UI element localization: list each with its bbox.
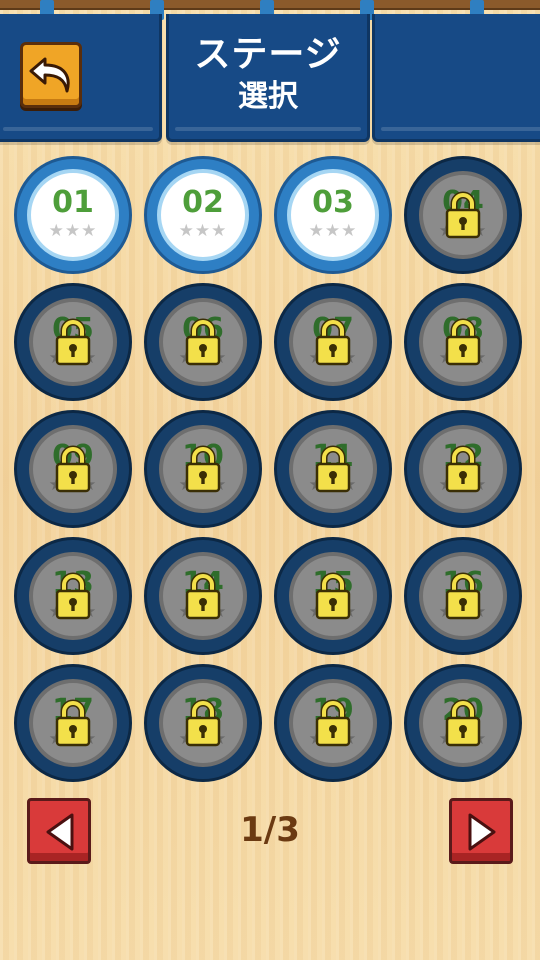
stage-button-15[interactable]: 15★★★ (274, 537, 392, 655)
stage-button-18[interactable]: 18★★★ (144, 664, 262, 782)
prev-page-button[interactable] (27, 798, 91, 864)
stage-button-10[interactable]: 10★★★ (144, 410, 262, 528)
lock-icon (185, 572, 221, 620)
lock-icon (445, 318, 481, 366)
stage-button-20[interactable]: 20★★★ (404, 664, 522, 782)
stage-grid: 01★★★02★★★03★★★04★★★05★★★06★★★07★★★08★★★… (14, 156, 530, 782)
lock-icon (315, 572, 351, 620)
stage-button-05[interactable]: 05★★★ (14, 283, 132, 401)
lock-icon (445, 572, 481, 620)
stage-button-08[interactable]: 08★★★ (404, 283, 522, 401)
lock-icon (445, 445, 481, 493)
lock-icon (55, 445, 91, 493)
stage-stars: ★★★ (308, 221, 358, 241)
stage-number: 01 (52, 185, 94, 220)
next-page-button[interactable] (449, 798, 513, 864)
page-title-line1: ステージ (194, 34, 342, 75)
page-indicator: 1/3 (240, 810, 300, 850)
stage-button-17[interactable]: 17★★★ (14, 664, 132, 782)
stage-button-06[interactable]: 06★★★ (144, 283, 262, 401)
back-arrow-icon (29, 57, 70, 93)
lock-icon (185, 699, 221, 747)
stage-button-13[interactable]: 13★★★ (14, 537, 132, 655)
stage-number: 03 (312, 185, 354, 220)
stage-number: 02 (182, 185, 224, 220)
lock-icon (185, 445, 221, 493)
stage-button-16[interactable]: 16★★★ (404, 537, 522, 655)
lock-icon (315, 699, 351, 747)
stage-button-01[interactable]: 01 ★★★ (14, 156, 132, 274)
stage-stars: ★★★ (48, 221, 98, 241)
lock-icon (445, 191, 481, 239)
stage-button-19[interactable]: 19★★★ (274, 664, 392, 782)
stage-button-04[interactable]: 04★★★ (404, 156, 522, 274)
stage-button-14[interactable]: 14★★★ (144, 537, 262, 655)
stage-button-02[interactable]: 02 ★★★ (144, 156, 262, 274)
back-button[interactable] (20, 42, 82, 108)
page-title: ステージ 選択 (166, 32, 370, 120)
stage-button-07[interactable]: 07★★★ (274, 283, 392, 401)
stage-stars: ★★★ (178, 221, 228, 241)
stage-button-09[interactable]: 09★★★ (14, 410, 132, 528)
stage-button-11[interactable]: 11★★★ (274, 410, 392, 528)
right-triangle-icon (468, 813, 496, 851)
left-triangle-icon (46, 813, 74, 851)
lock-icon (445, 699, 481, 747)
page-title-line2: 選択 (238, 79, 298, 114)
lock-icon (55, 699, 91, 747)
banner-right (372, 14, 540, 142)
stage-button-03[interactable]: 03 ★★★ (274, 156, 392, 274)
lock-icon (55, 572, 91, 620)
lock-icon (315, 318, 351, 366)
stage-button-12[interactable]: 12★★★ (404, 410, 522, 528)
lock-icon (315, 445, 351, 493)
lock-icon (55, 318, 91, 366)
lock-icon (185, 318, 221, 366)
